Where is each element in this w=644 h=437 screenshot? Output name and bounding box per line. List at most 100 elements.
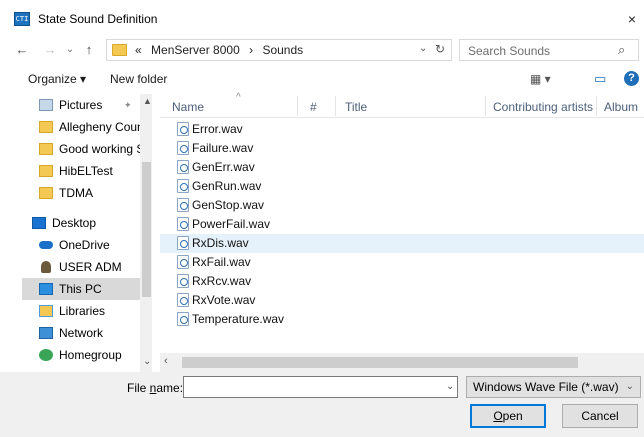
- desktop-icon: [32, 217, 46, 229]
- sidebar-item-desktop[interactable]: Desktop: [22, 212, 152, 234]
- column-separator[interactable]: [596, 96, 597, 116]
- sidebar-item-network[interactable]: Network: [22, 322, 152, 344]
- scroll-up-icon[interactable]: ▲: [143, 96, 152, 106]
- libraries-icon: [39, 305, 53, 317]
- homegroup-icon: [39, 349, 53, 361]
- file-type-value: Windows Wave File (*.wav): [473, 380, 619, 394]
- file-row[interactable]: RxVote.wav: [160, 291, 644, 310]
- cancel-button[interactable]: Cancel: [562, 404, 638, 428]
- preview-pane-icon[interactable]: ▭: [594, 71, 606, 87]
- navigation-pane: Pictures ✦ Allegheny Coun Good working S…: [22, 94, 152, 372]
- sidebar-item-label: OneDrive: [59, 238, 110, 252]
- chevron-down-icon[interactable]: ⌄: [446, 381, 454, 392]
- file-name: RxFail.wav: [192, 255, 251, 269]
- sidebar-item-user-adm[interactable]: USER ADM: [22, 256, 152, 278]
- folder-icon: [112, 44, 127, 56]
- file-row[interactable]: Failure.wav: [160, 139, 644, 158]
- sidebar-scroll-thumb[interactable]: [142, 162, 151, 297]
- file-list-scroll-thumb[interactable]: [182, 357, 578, 368]
- back-arrow-icon[interactable]: ←: [14, 42, 30, 58]
- window-title: State Sound Definition: [38, 12, 158, 26]
- wav-file-icon: [177, 122, 189, 136]
- forward-arrow-icon[interactable]: →: [42, 42, 58, 58]
- sidebar-item-onedrive[interactable]: OneDrive: [22, 234, 152, 256]
- breadcrumb-separator[interactable]: ›: [249, 43, 253, 57]
- sidebar-item-label: Pictures: [59, 98, 103, 112]
- wav-file-icon: [177, 217, 189, 231]
- file-name: Temperature.wav: [192, 312, 285, 326]
- recent-locations-chevron-icon[interactable]: ⌄: [62, 42, 78, 58]
- new-folder-button[interactable]: New folder: [110, 72, 167, 86]
- computer-icon: [39, 283, 53, 295]
- wav-file-icon: [177, 255, 189, 269]
- sidebar-item-this-pc[interactable]: This PC: [22, 278, 152, 300]
- breadcrumb-overflow[interactable]: «: [135, 43, 142, 57]
- breadcrumb: « MenServer 8000 › Sounds: [135, 43, 309, 57]
- search-icon[interactable]: ⌕: [618, 42, 625, 58]
- file-row[interactable]: GenErr.wav: [160, 158, 644, 177]
- sidebar-item-homegroup[interactable]: Homegroup: [22, 344, 152, 366]
- file-name: Failure.wav: [192, 141, 254, 155]
- refresh-icon[interactable]: ↻: [435, 42, 445, 56]
- sidebar-item-tdma[interactable]: TDMA: [22, 182, 152, 204]
- breadcrumb-item-sounds[interactable]: Sounds: [262, 43, 303, 57]
- change-view-icon[interactable]: ▦ ▾: [530, 72, 551, 86]
- open-button[interactable]: Open: [470, 404, 546, 428]
- sidebar-item-label: USER ADM: [59, 260, 122, 274]
- column-separator[interactable]: [297, 96, 298, 116]
- sidebar-item-label: HibELTest: [59, 164, 113, 178]
- address-dropdown-icon[interactable]: ⌄: [419, 43, 427, 54]
- wav-file-icon: [177, 236, 189, 250]
- file-row[interactable]: Error.wav: [160, 120, 644, 139]
- sidebar-item-hibeltest[interactable]: HibELTest: [22, 160, 152, 182]
- address-bar[interactable]: « MenServer 8000 › Sounds ⌄ ↻: [106, 39, 452, 61]
- file-row[interactable]: GenStop.wav: [160, 196, 644, 215]
- sidebar-item-pictures[interactable]: Pictures ✦: [22, 94, 152, 116]
- column-album[interactable]: Album: [604, 100, 638, 114]
- folder-icon: [39, 165, 53, 177]
- file-type-select[interactable]: Windows Wave File (*.wav) ⌄: [466, 376, 641, 398]
- sort-indicator-icon: ^: [236, 92, 241, 103]
- column-name[interactable]: Name: [172, 100, 204, 114]
- sidebar-item-good-working[interactable]: Good working Sy: [22, 138, 152, 160]
- file-name: GenStop.wav: [192, 198, 265, 212]
- search-input[interactable]: Search Sounds ⌕: [459, 39, 639, 61]
- column-contributing-artists[interactable]: Contributing artists: [493, 100, 593, 114]
- column-separator[interactable]: [485, 96, 486, 116]
- column-title[interactable]: Title: [345, 100, 367, 114]
- breadcrumb-item-mcnserver[interactable]: MenServer 8000: [151, 43, 240, 57]
- organize-button[interactable]: Organize ▾: [28, 72, 86, 86]
- file-name: RxRcv.wav: [192, 274, 252, 288]
- file-name: PowerFail.wav: [192, 217, 271, 231]
- sidebar-item-label: Network: [59, 326, 104, 340]
- column-number[interactable]: #: [310, 100, 317, 114]
- help-icon[interactable]: ?: [624, 71, 639, 86]
- wav-file-icon: [177, 312, 189, 326]
- file-row[interactable]: GenRun.wav: [160, 177, 644, 196]
- close-icon[interactable]: ×: [620, 8, 644, 30]
- sidebar-item-label: Good working Sy: [59, 142, 151, 156]
- onedrive-icon: [39, 241, 53, 249]
- app-icon: CTI: [14, 12, 30, 26]
- sidebar-item-allegheny[interactable]: Allegheny Coun: [22, 116, 152, 138]
- wav-file-icon: [177, 160, 189, 174]
- folder-icon: [39, 121, 53, 133]
- file-row-selected[interactable]: RxDis.wav: [160, 234, 644, 253]
- column-header: Name ^ # Title Contributing artists Albu…: [160, 92, 644, 118]
- wav-file-icon: [177, 141, 189, 155]
- file-name: GenRun.wav: [192, 179, 262, 193]
- search-placeholder: Search Sounds: [468, 44, 551, 58]
- up-arrow-icon[interactable]: ↑: [81, 42, 97, 58]
- column-separator[interactable]: [335, 96, 336, 116]
- file-name-input[interactable]: ⌄: [183, 376, 458, 398]
- file-name: Error.wav: [192, 122, 243, 136]
- file-row[interactable]: RxRcv.wav: [160, 272, 644, 291]
- file-row[interactable]: RxFail.wav: [160, 253, 644, 272]
- sidebar-item-libraries[interactable]: Libraries: [22, 300, 152, 322]
- file-row[interactable]: Temperature.wav: [160, 310, 644, 329]
- file-row[interactable]: PowerFail.wav: [160, 215, 644, 234]
- sidebar-item-label: Homegroup: [59, 348, 122, 362]
- toolbar: Organize ▾ New folder ▦ ▾ ▭ ?: [0, 66, 644, 94]
- scroll-left-icon[interactable]: ‹: [164, 355, 168, 367]
- expand-chevron-icon[interactable]: ⌄: [143, 356, 151, 367]
